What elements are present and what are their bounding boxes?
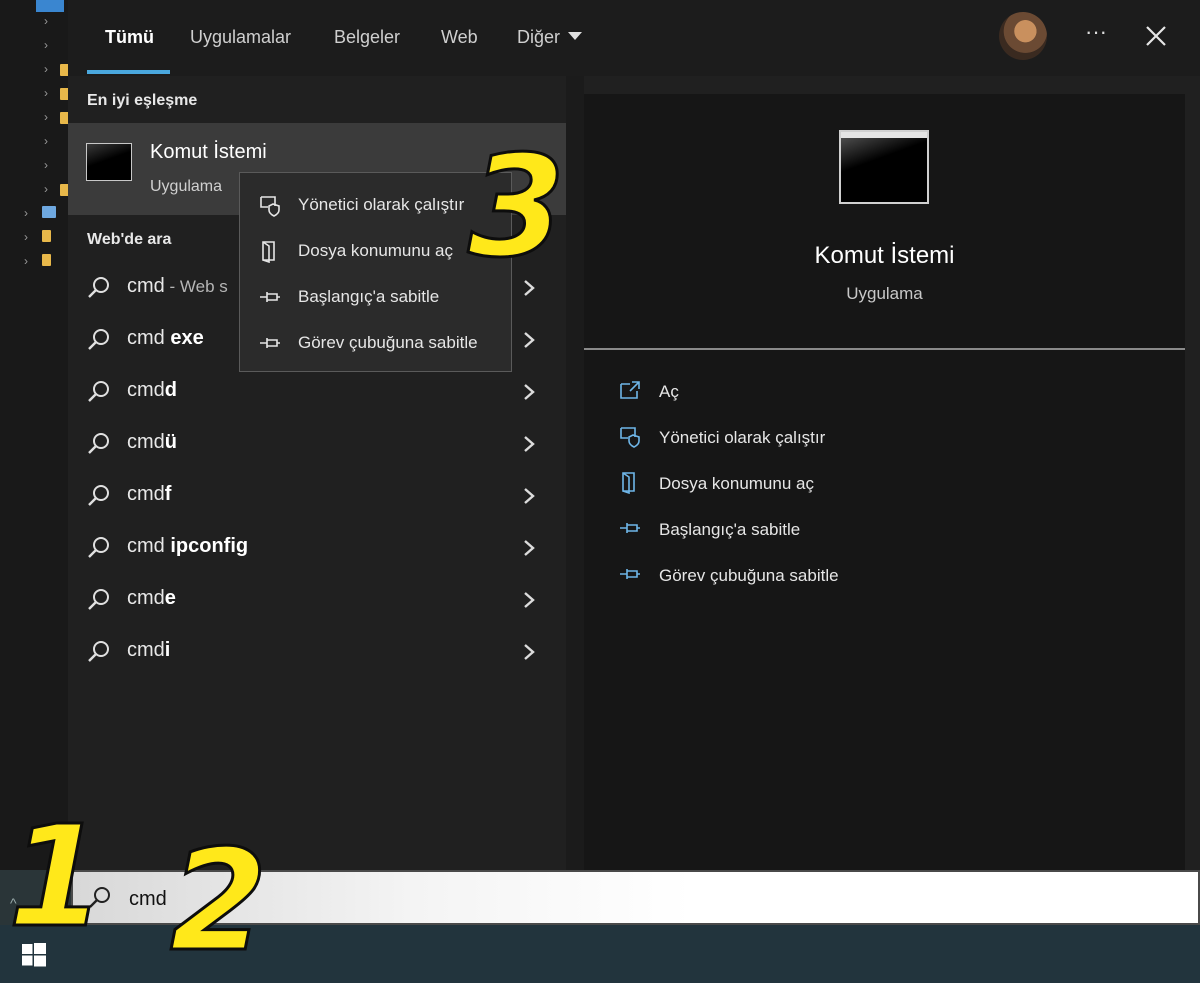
web-search-result[interactable]: cmdd bbox=[68, 366, 566, 418]
search-icon bbox=[88, 641, 109, 662]
chevron-right-icon: › bbox=[44, 14, 48, 28]
web-search-result[interactable]: cmde bbox=[68, 574, 566, 626]
result-label: cmd ipconfig bbox=[127, 535, 249, 557]
web-search-result[interactable]: cmdü bbox=[68, 418, 566, 470]
context-menu-label: Görev çubuğuna sabitle bbox=[298, 333, 478, 352]
search-panel: Tümü Uygulamalar Belgeler Web Diğer ··· … bbox=[68, 0, 1200, 870]
caret-down-icon bbox=[568, 32, 583, 40]
web-search-result[interactable]: cmdi bbox=[68, 626, 566, 678]
web-search-result[interactable]: cmd ipconfig bbox=[68, 522, 566, 574]
annotation-step-3: 3 bbox=[466, 126, 566, 289]
context-menu-label: Dosya konumunu aç bbox=[298, 241, 453, 260]
active-tab-indicator bbox=[87, 70, 170, 74]
context-menu-label: Yönetici olarak çalıştır bbox=[298, 195, 465, 214]
chevron-right-icon: › bbox=[44, 86, 48, 100]
chevron-right-icon[interactable] bbox=[520, 432, 538, 456]
search-icon bbox=[88, 381, 109, 402]
detail-action-label: Başlangıç'a sabitle bbox=[659, 520, 801, 539]
detail-action-label: Yönetici olarak çalıştır bbox=[659, 428, 826, 447]
search-icon bbox=[88, 589, 109, 610]
tab-more[interactable]: Diğer bbox=[517, 27, 583, 48]
command-prompt-large-icon bbox=[839, 130, 929, 204]
detail-pane: Komut İstemi Uygulama Aç Yönetici olarak … bbox=[584, 94, 1185, 870]
avatar[interactable] bbox=[999, 12, 1047, 60]
window-titlebar bbox=[841, 132, 927, 138]
result-label: cmd exe bbox=[127, 327, 204, 349]
search-icon bbox=[88, 277, 109, 298]
tab-bar: Tümü Uygulamalar Belgeler Web Diğer ··· bbox=[68, 0, 1200, 76]
annotation-step-1: 1 bbox=[6, 796, 106, 959]
context-menu-item[interactable]: Görev çubuğuna sabitle bbox=[240, 320, 513, 366]
tab-all[interactable]: Tümü bbox=[105, 27, 154, 48]
best-match-heading: En iyi eşleşme bbox=[87, 92, 198, 109]
more-options-button[interactable]: ··· bbox=[1081, 20, 1111, 50]
chevron-right-icon: › bbox=[44, 38, 48, 52]
file-location-icon bbox=[622, 472, 635, 494]
chevron-right-icon: › bbox=[44, 158, 48, 172]
detail-action[interactable]: Dosya konumunu aç bbox=[618, 466, 1158, 506]
search-input[interactable]: cmd bbox=[129, 888, 167, 911]
file-location-icon bbox=[262, 241, 275, 263]
tab-apps[interactable]: Uygulamalar bbox=[190, 27, 291, 48]
detail-divider bbox=[584, 348, 1185, 350]
chevron-right-icon[interactable] bbox=[520, 484, 538, 508]
chevron-right-icon: › bbox=[24, 206, 28, 220]
result-label: cmde bbox=[127, 587, 176, 609]
search-icon bbox=[88, 329, 109, 350]
context-menu-label: Başlangıç'a sabitle bbox=[298, 287, 440, 306]
detail-subtitle: Uygulama bbox=[846, 284, 923, 303]
result-label: cmdf bbox=[127, 483, 172, 505]
folder-icon bbox=[42, 230, 51, 242]
chevron-right-icon[interactable] bbox=[520, 328, 538, 352]
pin-icon bbox=[620, 523, 640, 533]
close-button[interactable] bbox=[1140, 20, 1172, 52]
search-icon bbox=[88, 485, 109, 506]
detail-action-label: Dosya konumunu aç bbox=[659, 474, 814, 493]
result-label: cmd - Web s bbox=[127, 275, 228, 297]
detail-action[interactable]: Yönetici olarak çalıştır bbox=[618, 420, 1158, 460]
chevron-right-icon: › bbox=[24, 254, 28, 268]
background-selection-highlight bbox=[36, 0, 64, 12]
best-match-title: Komut İstemi bbox=[150, 141, 267, 163]
chevron-right-icon[interactable] bbox=[520, 640, 538, 664]
tab-more-label: Diğer bbox=[517, 27, 561, 47]
result-label: cmdi bbox=[127, 639, 171, 661]
chevron-right-icon: › bbox=[44, 110, 48, 124]
open-icon bbox=[620, 381, 640, 399]
web-search-result[interactable]: cmdf bbox=[68, 470, 566, 522]
chevron-right-icon[interactable] bbox=[520, 380, 538, 404]
column-divider bbox=[566, 76, 584, 870]
pin-icon bbox=[260, 338, 280, 348]
shield-icon bbox=[260, 196, 280, 217]
detail-title: Komut İstemi bbox=[814, 242, 955, 269]
search-icon bbox=[88, 537, 109, 558]
chevron-right-icon[interactable] bbox=[520, 536, 538, 560]
chevron-right-icon: › bbox=[24, 230, 28, 244]
detail-action-label: Aç bbox=[659, 382, 679, 401]
detail-action[interactable]: Aç bbox=[618, 374, 1158, 414]
web-search-heading: Web'de ara bbox=[87, 231, 172, 248]
chevron-right-icon: › bbox=[44, 62, 48, 76]
detail-action-label: Görev çubuğuna sabitle bbox=[659, 566, 839, 585]
pin-icon bbox=[620, 569, 640, 579]
chevron-right-icon[interactable] bbox=[520, 588, 538, 612]
folder-icon bbox=[42, 254, 51, 266]
pin-icon bbox=[260, 292, 280, 302]
detail-action[interactable]: Görev çubuğuna sabitle bbox=[618, 558, 1158, 598]
chevron-right-icon: › bbox=[44, 182, 48, 196]
shield-icon bbox=[620, 427, 640, 448]
tab-web[interactable]: Web bbox=[441, 27, 478, 48]
close-icon bbox=[1146, 26, 1166, 46]
folder-icon bbox=[42, 206, 56, 218]
chevron-right-icon: › bbox=[44, 134, 48, 148]
best-match-subtitle: Uygulama bbox=[150, 178, 223, 195]
search-icon bbox=[88, 433, 109, 454]
detail-action[interactable]: Başlangıç'a sabitle bbox=[618, 512, 1158, 552]
command-prompt-icon bbox=[86, 143, 132, 181]
annotation-step-2: 2 bbox=[168, 820, 268, 983]
result-label: cmdd bbox=[127, 379, 178, 401]
result-label: cmdü bbox=[127, 431, 178, 453]
tab-documents[interactable]: Belgeler bbox=[334, 27, 400, 48]
background-explorer-strip: › › › › › › › › › › › bbox=[0, 0, 69, 870]
